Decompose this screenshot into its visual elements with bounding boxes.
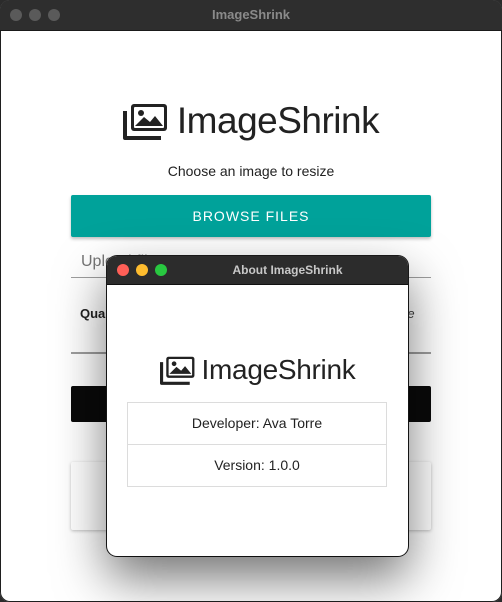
- about-logo-text: ImageShrink: [201, 354, 356, 385]
- about-maximize-button[interactable]: [155, 264, 167, 276]
- developer-row: Developer: Ava Torre: [191, 415, 323, 431]
- about-dialog: About ImageShrink ImageShrink Developer:…: [107, 256, 408, 556]
- quality-label: Qua: [80, 306, 106, 321]
- about-info-table: Developer: Ava Torre Version: 1.0.0: [127, 402, 387, 487]
- page-subtitle: Choose an image to resize: [167, 163, 335, 179]
- version-row: Version: 1.0.0: [128, 444, 386, 486]
- images-icon: [159, 356, 194, 385]
- images-icon: [122, 104, 167, 140]
- about-close-button[interactable]: [117, 264, 129, 276]
- window-title: ImageShrink: [211, 7, 291, 22]
- logo-text: ImageShrink: [176, 100, 380, 141]
- main-titlebar[interactable]: ImageShrink: [0, 0, 502, 31]
- app-logo: ImageShrink: [0, 100, 502, 142]
- about-logo: ImageShrink: [107, 354, 408, 386]
- about-title: About ImageShrink: [232, 263, 343, 277]
- browse-files-button[interactable]: BROWSE FILES: [71, 195, 431, 237]
- about-titlebar[interactable]: About ImageShrink: [107, 256, 408, 285]
- about-minimize-button[interactable]: [136, 264, 148, 276]
